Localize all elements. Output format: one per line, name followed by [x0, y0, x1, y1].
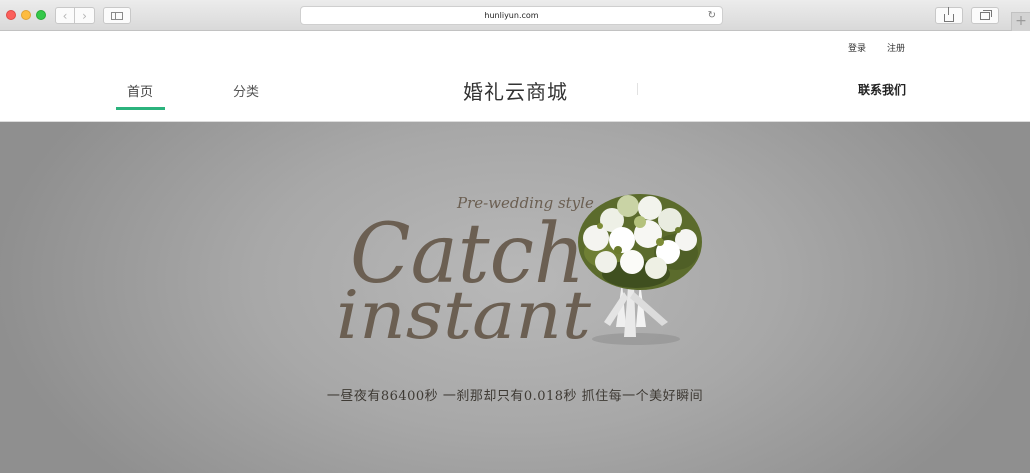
nav-category[interactable]: 分类: [233, 81, 259, 100]
share-button[interactable]: [935, 6, 963, 24]
chevron-left-icon: ‹: [62, 8, 68, 23]
hero-artwork: Pre-wedding style Catch instant: [336, 194, 702, 354]
site-title[interactable]: 婚礼云商城: [463, 76, 568, 105]
new-tab-button[interactable]: +: [1011, 12, 1030, 31]
forward-button[interactable]: ›: [75, 7, 95, 24]
contact-us-link[interactable]: 联系我们: [858, 81, 906, 98]
sidebar-toggle-button[interactable]: [103, 7, 131, 24]
tabs-icon: [980, 9, 992, 20]
nav-home[interactable]: 首页: [127, 81, 153, 100]
sidebar-icon: [111, 11, 123, 20]
site-header: 登录 注册 首页 分类 婚礼云商城 联系我们: [0, 31, 1030, 122]
login-link[interactable]: 登录: [848, 41, 866, 54]
url-text: hunliyun.com: [484, 11, 539, 20]
bridal-bouquet-image: [578, 194, 702, 345]
show-tabs-button[interactable]: [971, 7, 999, 24]
header-divider: [637, 83, 638, 95]
address-bar[interactable]: hunliyun.com ↻: [300, 6, 723, 25]
reload-icon[interactable]: ↻: [708, 9, 716, 22]
back-button[interactable]: ‹: [55, 7, 75, 24]
active-nav-indicator: [116, 107, 165, 110]
browser-toolbar: ‹ › hunliyun.com ↻ +: [0, 0, 1030, 31]
hero-banner[interactable]: Pre-wedding style Catch instant 一昼夜有8640…: [0, 122, 1030, 473]
chevron-right-icon: ›: [82, 8, 87, 23]
headline-instant: instant: [336, 277, 592, 354]
plus-icon: +: [1015, 13, 1027, 29]
hero-tagline: 一昼夜有86400秒 一刹那却只有0.018秒 抓住每一个美好瞬间: [326, 389, 704, 404]
register-link[interactable]: 注册: [887, 41, 905, 54]
close-window-button[interactable]: [6, 10, 16, 20]
zoom-window-button[interactable]: [36, 10, 46, 20]
share-icon: [944, 6, 954, 22]
minimize-window-button[interactable]: [21, 10, 31, 20]
